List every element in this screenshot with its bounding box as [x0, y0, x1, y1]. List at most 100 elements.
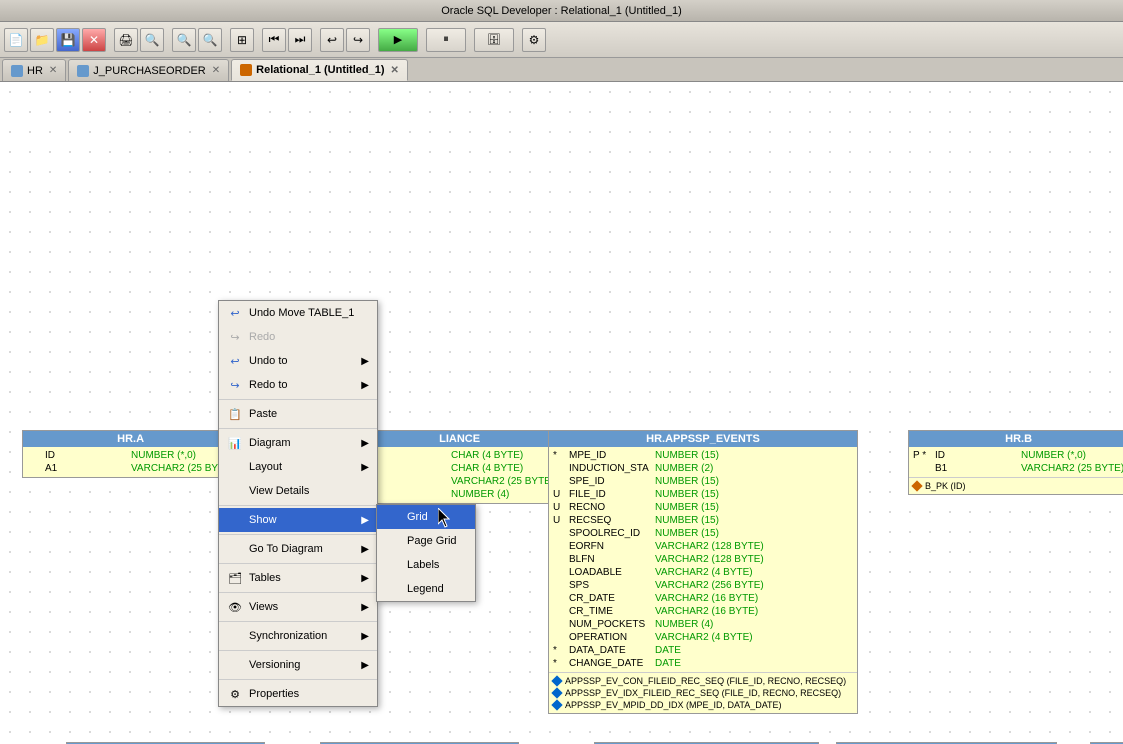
- table-row: CHAR (4 BYTE): [365, 449, 554, 462]
- tab-relational1-close[interactable]: ✕: [391, 65, 399, 76]
- tab-hr-label: HR: [27, 65, 43, 77]
- debug-btn[interactable]: ⏸: [426, 28, 466, 52]
- submenu-legend[interactable]: Legend: [377, 577, 475, 601]
- ctx-sep-7: [219, 621, 377, 622]
- submenu-page-grid[interactable]: Page Grid: [377, 529, 475, 553]
- ctx-go-to-diagram[interactable]: Go To Diagram ▶: [219, 537, 377, 561]
- ctx-go-to-diagram-label: Go To Diagram: [249, 543, 323, 555]
- submenu-labels-label: Labels: [407, 559, 439, 571]
- table-row: A1 VARCHAR2 (25 BYTE): [27, 462, 234, 475]
- ctx-versioning-label: Versioning: [249, 659, 300, 671]
- table-row: VARCHAR2 (25 BYTE): [365, 475, 554, 488]
- views-icon: 👁: [227, 599, 243, 615]
- undo-to-arrow: ▶: [361, 356, 369, 367]
- undo-to-icon: ↩: [227, 353, 243, 369]
- views-arrow: ▶: [361, 602, 369, 613]
- print-btn[interactable]: 🖨: [114, 28, 138, 52]
- window-title: Oracle SQL Developer : Relational_1 (Unt…: [441, 5, 682, 17]
- submenu-labels[interactable]: Labels: [377, 553, 475, 577]
- page-grid-icon: [385, 533, 401, 549]
- toolbar: 📄 📁 💾 ✕ 🖨 🔍 🔍 🔍 ⊞ ⏮ ⏭ ↩ ↪ ▶ ⏸ 🗄 ⚙: [0, 22, 1123, 58]
- ctx-show[interactable]: Show ▶: [219, 508, 377, 532]
- run-btn[interactable]: ▶: [378, 28, 418, 52]
- table-liance-body: CHAR (4 BYTE) CHAR (4 BYTE) VARCHAR2 (25…: [361, 447, 558, 503]
- submenu-grid[interactable]: Grid: [377, 505, 475, 529]
- ctx-undo-to[interactable]: ↩ Undo to ▶: [219, 349, 377, 373]
- table-row: B1 VARCHAR2 (25 BYTE): [913, 462, 1123, 475]
- table-row: P * ID NUMBER (*,0): [913, 449, 1123, 462]
- zoom-in-btn[interactable]: 🔍: [172, 28, 196, 52]
- table-appssp-body: * MPE_ID NUMBER (15) INDUCTION_STA NUMBE…: [549, 447, 857, 672]
- tables-arrow: ▶: [361, 573, 369, 584]
- table-row: CHAR (4 BYTE): [365, 462, 554, 475]
- db-btn[interactable]: 🗄: [474, 28, 514, 52]
- ctx-tables[interactable]: 🗂 Tables ▶: [219, 566, 377, 590]
- table-row: * MPE_ID NUMBER (15): [553, 449, 853, 462]
- paste-icon: 📋: [227, 406, 243, 422]
- table-hr-b[interactable]: HR.B P * ID NUMBER (*,0) B1 VARCHAR2 (25…: [908, 430, 1123, 495]
- table-row: SPE_ID NUMBER (15): [553, 475, 853, 488]
- extra-btn[interactable]: ⚙: [522, 28, 546, 52]
- ctx-views[interactable]: 👁 Views ▶: [219, 595, 377, 619]
- new-btn[interactable]: 📄: [4, 28, 28, 52]
- table-row: U FILE_ID NUMBER (15): [553, 488, 853, 501]
- ctx-undo-move-label: Undo Move TABLE_1: [249, 307, 354, 319]
- ctx-synchronization-label: Synchronization: [249, 630, 327, 642]
- zoom-out-btn[interactable]: 🔍: [198, 28, 222, 52]
- ctx-layout-label: Layout: [249, 461, 282, 473]
- ctx-redo[interactable]: ↪ Redo: [219, 325, 377, 349]
- tab-relational1[interactable]: Relational_1 (Untitled_1) ✕: [231, 59, 408, 81]
- table-liance[interactable]: LIANCE CHAR (4 BYTE) CHAR (4 BYTE) VARCH…: [360, 430, 559, 504]
- undo-btn[interactable]: ↩: [320, 28, 344, 52]
- redo-btn[interactable]: ↪: [346, 28, 370, 52]
- legend-icon: [385, 581, 401, 597]
- back-btn[interactable]: ⏮: [262, 28, 286, 52]
- synchronization-arrow: ▶: [361, 631, 369, 642]
- ctx-properties[interactable]: ⚙ Properties: [219, 682, 377, 706]
- ctx-show-label: Show: [249, 514, 277, 526]
- table-row: NUM_POCKETS NUMBER (4): [553, 618, 853, 631]
- ctx-view-details[interactable]: View Details: [219, 479, 377, 503]
- ctx-sep-8: [219, 650, 377, 651]
- synchronization-icon: [227, 628, 243, 644]
- table-liance-header: LIANCE: [361, 431, 558, 447]
- table-hr-a[interactable]: HR.A ID NUMBER (*,0) A1 VARCHAR2 (25 BYT…: [22, 430, 239, 478]
- table-row: LOADABLE VARCHAR2 (4 BYTE): [553, 566, 853, 579]
- diagram-canvas[interactable]: HR.A ID NUMBER (*,0) A1 VARCHAR2 (25 BYT…: [0, 82, 1123, 744]
- versioning-icon: [227, 657, 243, 673]
- ctx-diagram[interactable]: 📊 Diagram ▶: [219, 431, 377, 455]
- grid-btn[interactable]: ⊞: [230, 28, 254, 52]
- table-hr-b-footer: B_PK (ID): [909, 477, 1123, 494]
- save-btn[interactable]: 💾: [56, 28, 80, 52]
- tab-hr-close[interactable]: ✕: [49, 65, 57, 76]
- table-row: OPERATION VARCHAR2 (4 BYTE): [553, 631, 853, 644]
- ctx-synchronization[interactable]: Synchronization ▶: [219, 624, 377, 648]
- table-row: EORFN VARCHAR2 (128 BYTE): [553, 540, 853, 553]
- tab-jpurchaseorder[interactable]: J_PURCHASEORDER ✕: [68, 59, 229, 81]
- forward-btn[interactable]: ⏭: [288, 28, 312, 52]
- layout-arrow: ▶: [361, 462, 369, 473]
- table-row: BLFN VARCHAR2 (128 BYTE): [553, 553, 853, 566]
- tab-jpurchaseorder-label: J_PURCHASEORDER: [93, 65, 205, 77]
- tab-bar: HR ✕ J_PURCHASEORDER ✕ Relational_1 (Unt…: [0, 58, 1123, 82]
- tab-relational1-label: Relational_1 (Untitled_1): [256, 64, 384, 76]
- ctx-redo-to[interactable]: ↪ Redo to ▶: [219, 373, 377, 397]
- ctx-diagram-label: Diagram: [249, 437, 291, 449]
- ctx-undo-to-label: Undo to: [249, 355, 288, 367]
- show-submenu: Grid Page Grid Labels Legend: [376, 504, 476, 602]
- ctx-view-details-label: View Details: [249, 485, 309, 497]
- tab-hr[interactable]: HR ✕: [2, 59, 66, 81]
- ctx-paste[interactable]: 📋 Paste: [219, 402, 377, 426]
- open-btn[interactable]: 📁: [30, 28, 54, 52]
- tab-jpurchaseorder-close[interactable]: ✕: [212, 65, 220, 76]
- ctx-sep-2: [219, 428, 377, 429]
- ctx-undo-move[interactable]: ↩ Undo Move TABLE_1: [219, 301, 377, 325]
- ctx-versioning[interactable]: Versioning ▶: [219, 653, 377, 677]
- ctx-tables-label: Tables: [249, 572, 281, 584]
- close-btn[interactable]: ✕: [82, 28, 106, 52]
- find-btn[interactable]: 🔍: [140, 28, 164, 52]
- ctx-layout[interactable]: Layout ▶: [219, 455, 377, 479]
- ctx-sep-1: [219, 399, 377, 400]
- table-appssp-events[interactable]: HR.APPSSP_EVENTS * MPE_ID NUMBER (15) IN…: [548, 430, 858, 714]
- table-hr-a-header: HR.A: [23, 431, 238, 447]
